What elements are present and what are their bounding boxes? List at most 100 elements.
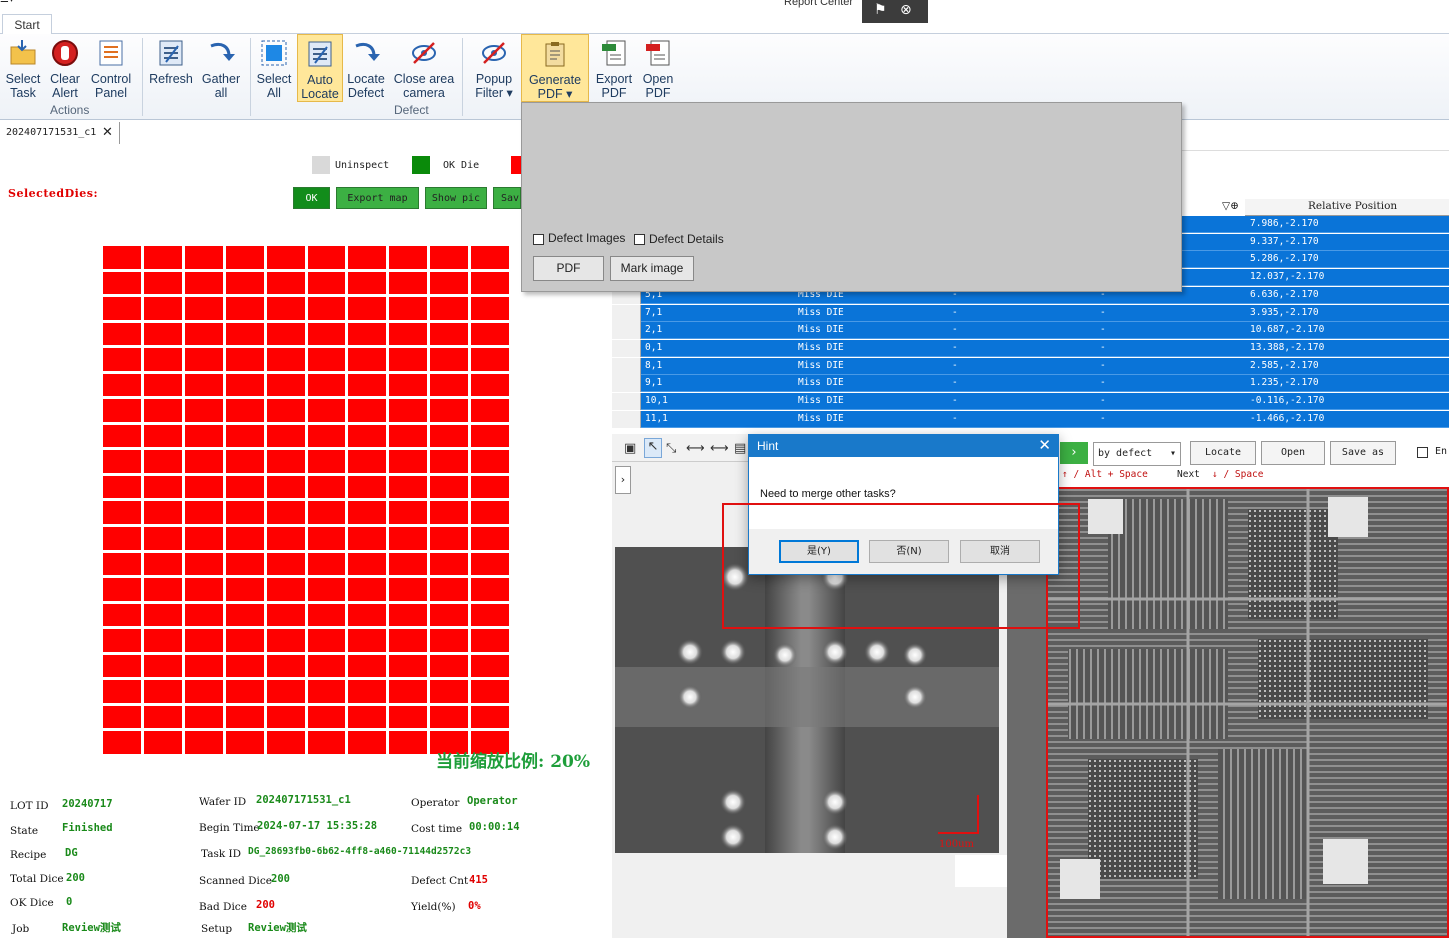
die-cell[interactable] <box>266 578 305 601</box>
pointer-icon[interactable]: ↖ <box>644 438 662 458</box>
gather-all-button[interactable]: Gather all <box>200 34 242 102</box>
die-cell[interactable] <box>103 680 141 703</box>
die-cell[interactable] <box>471 552 509 576</box>
die-cell[interactable] <box>143 552 182 576</box>
die-cell[interactable] <box>184 731 223 754</box>
die-cell[interactable] <box>143 246 182 269</box>
quick-access-icon[interactable]: ☰▾ <box>0 0 14 5</box>
die-cell[interactable] <box>143 680 182 703</box>
clear-alert-button[interactable]: Clear Alert <box>46 34 84 102</box>
die-cell[interactable] <box>184 552 223 576</box>
select-all-button[interactable]: Select All <box>254 34 294 102</box>
defect-images-checkbox[interactable] <box>533 234 544 245</box>
tab-start[interactable]: Start <box>2 14 52 35</box>
die-cell[interactable] <box>184 527 223 550</box>
die-cell[interactable] <box>430 629 469 652</box>
die-cell[interactable] <box>266 475 305 499</box>
die-cell[interactable] <box>143 399 182 422</box>
die-cell[interactable] <box>266 501 305 525</box>
ok-button[interactable]: OK <box>293 187 330 209</box>
die-cell[interactable] <box>266 450 305 473</box>
die-cell[interactable] <box>471 246 509 269</box>
die-cell[interactable] <box>389 731 428 754</box>
die-cell[interactable] <box>266 731 305 754</box>
die-cell[interactable] <box>307 731 346 754</box>
die-cell[interactable] <box>471 603 509 627</box>
die-cell[interactable] <box>266 399 305 422</box>
die-cell[interactable] <box>143 322 182 346</box>
die-cell[interactable] <box>389 348 428 371</box>
die-cell[interactable] <box>307 552 346 576</box>
die-cell[interactable] <box>348 450 387 473</box>
die-cell[interactable] <box>103 246 141 269</box>
die-cell[interactable] <box>389 475 428 499</box>
table-row[interactable]: 8,1 Miss DIE - - 2.585,-2.170 <box>612 357 1449 375</box>
die-cell[interactable] <box>143 348 182 371</box>
die-cell[interactable] <box>184 654 223 678</box>
die-cell[interactable] <box>430 424 469 448</box>
die-cell[interactable] <box>266 552 305 576</box>
die-cell[interactable] <box>389 450 428 473</box>
die-cell[interactable] <box>307 680 346 703</box>
die-cell[interactable] <box>430 348 469 371</box>
die-cell[interactable] <box>307 450 346 473</box>
die-cell[interactable] <box>348 246 387 269</box>
export-pdf-button[interactable]: Export PDF <box>593 34 635 102</box>
die-cell[interactable] <box>348 475 387 499</box>
die-cell[interactable] <box>266 348 305 371</box>
die-cell[interactable] <box>103 603 141 627</box>
die-cell[interactable] <box>348 629 387 652</box>
save-button[interactable]: Sav <box>493 187 521 209</box>
die-cell[interactable] <box>225 475 264 499</box>
die-cell[interactable] <box>184 450 223 473</box>
enable-checkbox[interactable] <box>1417 447 1428 458</box>
die-cell[interactable] <box>307 705 346 729</box>
next-green-icon[interactable]: › <box>1060 442 1088 464</box>
die-cell[interactable] <box>143 629 182 652</box>
die-cell[interactable] <box>266 629 305 652</box>
die-cell[interactable] <box>430 271 469 295</box>
die-cell[interactable] <box>225 654 264 678</box>
wafer-die-grid[interactable] <box>103 246 509 754</box>
die-cell[interactable] <box>225 450 264 473</box>
die-cell[interactable] <box>103 654 141 678</box>
die-cell[interactable] <box>225 322 264 346</box>
die-cell[interactable] <box>103 475 141 499</box>
die-cell[interactable] <box>307 271 346 295</box>
die-cell[interactable] <box>430 501 469 525</box>
die-cell[interactable] <box>225 271 264 295</box>
die-cell[interactable] <box>307 373 346 397</box>
die-cell[interactable] <box>348 527 387 550</box>
die-cell[interactable] <box>225 246 264 269</box>
die-cell[interactable] <box>103 527 141 550</box>
table-row[interactable]: 0,1 Miss DIE - - 13.388,-2.170 <box>612 339 1449 357</box>
die-cell[interactable] <box>471 297 509 320</box>
die-cell[interactable] <box>348 705 387 729</box>
table-row[interactable]: 9,1 Miss DIE - - 1.235,-2.170 <box>612 375 1449 393</box>
open-pdf-button[interactable]: Open PDF <box>639 34 677 102</box>
die-cell[interactable] <box>184 680 223 703</box>
die-cell[interactable] <box>389 246 428 269</box>
die-cell[interactable] <box>348 680 387 703</box>
die-cell[interactable] <box>348 424 387 448</box>
save-as-button[interactable]: Save as <box>1330 441 1396 465</box>
die-cell[interactable] <box>225 527 264 550</box>
die-cell[interactable] <box>184 705 223 729</box>
die-cell[interactable] <box>348 348 387 371</box>
die-cell[interactable] <box>430 373 469 397</box>
close-icon[interactable]: ✕ <box>102 125 113 140</box>
die-cell[interactable] <box>143 501 182 525</box>
die-cell[interactable] <box>103 271 141 295</box>
die-cell[interactable] <box>348 271 387 295</box>
die-cell[interactable] <box>103 399 141 422</box>
die-cell[interactable] <box>348 399 387 422</box>
die-cell[interactable] <box>184 603 223 627</box>
die-cell[interactable] <box>348 603 387 627</box>
die-cell[interactable] <box>307 501 346 525</box>
die-cell[interactable] <box>307 297 346 320</box>
die-cell[interactable] <box>266 424 305 448</box>
die-cell[interactable] <box>184 348 223 371</box>
die-cell[interactable] <box>225 603 264 627</box>
die-cell[interactable] <box>430 246 469 269</box>
die-cell[interactable] <box>348 654 387 678</box>
